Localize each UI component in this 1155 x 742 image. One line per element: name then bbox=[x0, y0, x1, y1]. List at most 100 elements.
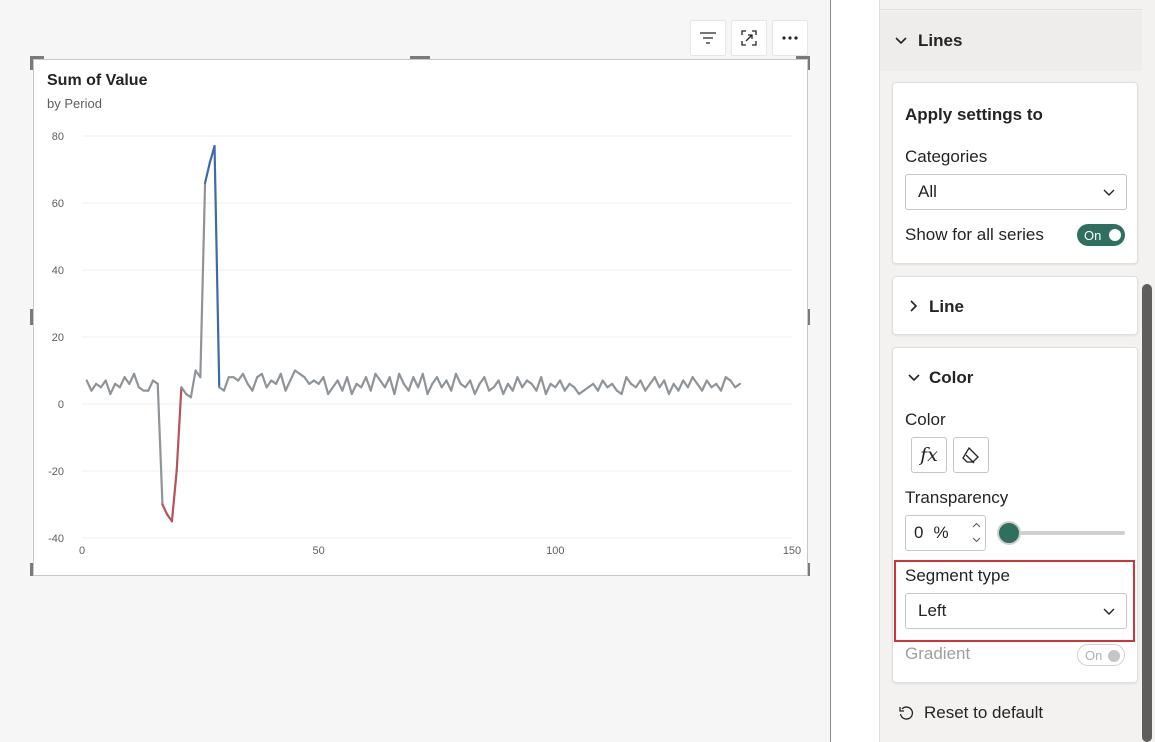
transparency-slider-track[interactable] bbox=[1009, 531, 1125, 535]
eraser-button[interactable] bbox=[953, 437, 989, 473]
chevron-up-icon[interactable] bbox=[972, 522, 981, 528]
line-segment bbox=[303, 376, 311, 385]
line-segment bbox=[104, 379, 112, 396]
line-segment bbox=[360, 376, 368, 389]
line-segment bbox=[322, 376, 330, 396]
transparency-input[interactable]: 0 % bbox=[905, 515, 986, 551]
line-segment bbox=[705, 379, 713, 389]
apply-settings-card: Apply settings to Categories All Show fo… bbox=[892, 82, 1138, 264]
toggle-text: On bbox=[1084, 227, 1102, 243]
show-all-series-toggle[interactable]: On bbox=[1077, 224, 1125, 246]
y-tick-label: 60 bbox=[52, 198, 64, 210]
line-segment bbox=[677, 379, 685, 392]
line-segment bbox=[483, 376, 491, 392]
line-segment bbox=[521, 379, 529, 389]
line-segment bbox=[345, 376, 353, 396]
line-segment bbox=[388, 376, 396, 396]
line-segment bbox=[421, 372, 429, 396]
eraser-icon bbox=[962, 446, 979, 464]
line-segment bbox=[497, 379, 505, 396]
line-segment bbox=[412, 376, 420, 389]
line-segment bbox=[279, 372, 287, 392]
line-segment bbox=[516, 376, 524, 389]
color-label: Color bbox=[905, 410, 946, 429]
line-segment bbox=[639, 379, 647, 392]
line-segment bbox=[147, 379, 155, 392]
line-segment bbox=[260, 372, 268, 389]
line-segment bbox=[170, 469, 178, 523]
line-chart-visual[interactable]: Sum of Value by Period 80 60 40 20 0 -20 -40 0 5… bbox=[33, 59, 808, 576]
segment-type-highlight bbox=[894, 560, 1135, 642]
toggle-knob bbox=[1108, 650, 1120, 662]
line-segment bbox=[426, 382, 434, 396]
line-segment bbox=[601, 379, 609, 389]
categories-value: All bbox=[918, 182, 937, 201]
line-card[interactable]: Line bbox=[892, 276, 1138, 335]
line-segment bbox=[289, 369, 297, 382]
color-card-title: Color bbox=[929, 368, 974, 387]
focus-mode-button[interactable] bbox=[731, 20, 767, 56]
line-segment bbox=[222, 376, 230, 392]
y-tick-label: 80 bbox=[52, 131, 64, 143]
more-options-icon bbox=[782, 36, 798, 40]
line-segment bbox=[435, 376, 443, 389]
line-segment bbox=[284, 379, 292, 392]
categories-dropdown[interactable]: All bbox=[905, 174, 1127, 210]
y-tick-label: 40 bbox=[52, 265, 64, 277]
gradient-toggle: On bbox=[1077, 644, 1125, 666]
line-segment bbox=[734, 382, 742, 389]
line-segment bbox=[132, 372, 140, 389]
pane-scrollbar[interactable] bbox=[1142, 284, 1152, 742]
toggle-text: On bbox=[1085, 647, 1103, 663]
pane-top-strip bbox=[880, 0, 1142, 10]
reset-label: Reset to default bbox=[924, 703, 1044, 722]
fx-button[interactable]: fx bbox=[911, 437, 947, 473]
line-segment bbox=[535, 376, 543, 392]
reset-to-default-button[interactable]: Reset to default bbox=[898, 703, 1043, 723]
line-chart: 80 60 40 20 0 -20 -40 0 50 100 150 bbox=[48, 131, 801, 557]
more-options-button[interactable] bbox=[772, 20, 808, 56]
chevron-down-icon bbox=[1103, 189, 1115, 196]
line-segment bbox=[161, 503, 169, 516]
transparency-slider-thumb[interactable] bbox=[997, 521, 1021, 545]
line-segment bbox=[398, 372, 405, 385]
line-segment bbox=[327, 386, 334, 396]
line-segment bbox=[544, 382, 552, 396]
line-segment bbox=[213, 144, 221, 389]
line-segment bbox=[241, 372, 249, 385]
line-segment bbox=[416, 372, 424, 389]
chevron-down-icon[interactable] bbox=[907, 373, 921, 383]
focus-mode-icon bbox=[741, 30, 757, 46]
filter-button[interactable] bbox=[690, 20, 726, 56]
line-segment bbox=[341, 376, 349, 392]
transparency-unit: % bbox=[933, 523, 949, 542]
fx-icon: fx bbox=[920, 444, 938, 466]
line-segment bbox=[251, 376, 259, 392]
y-tick-label: -40 bbox=[48, 533, 64, 545]
spin-arrows[interactable] bbox=[972, 518, 981, 543]
apply-settings-title: Apply settings to bbox=[905, 105, 1043, 124]
filter-icon bbox=[700, 32, 716, 44]
chevron-right-icon bbox=[910, 300, 918, 312]
line-segment bbox=[469, 379, 476, 396]
line-segment bbox=[573, 386, 581, 396]
lines-section-title: Lines bbox=[918, 31, 963, 50]
line-segment bbox=[85, 379, 93, 392]
chevron-down-icon[interactable] bbox=[972, 537, 981, 543]
transparency-label: Transparency bbox=[905, 488, 1009, 507]
transparency-value: 0 bbox=[914, 523, 924, 542]
line-segment bbox=[189, 369, 197, 399]
lines-section-header[interactable]: Lines bbox=[880, 11, 1142, 71]
line-segment bbox=[667, 382, 675, 396]
line-segment bbox=[473, 382, 481, 396]
x-tick-label: 150 bbox=[783, 545, 801, 557]
line-segment bbox=[563, 382, 571, 392]
y-tick-label: -20 bbox=[48, 466, 64, 478]
line-segment bbox=[691, 376, 699, 385]
line-segment bbox=[663, 379, 671, 396]
chevron-down-icon bbox=[895, 37, 907, 45]
line-segment bbox=[364, 376, 372, 392]
categories-label: Categories bbox=[905, 147, 988, 166]
line-segment bbox=[203, 161, 211, 185]
line-segment bbox=[700, 379, 708, 392]
